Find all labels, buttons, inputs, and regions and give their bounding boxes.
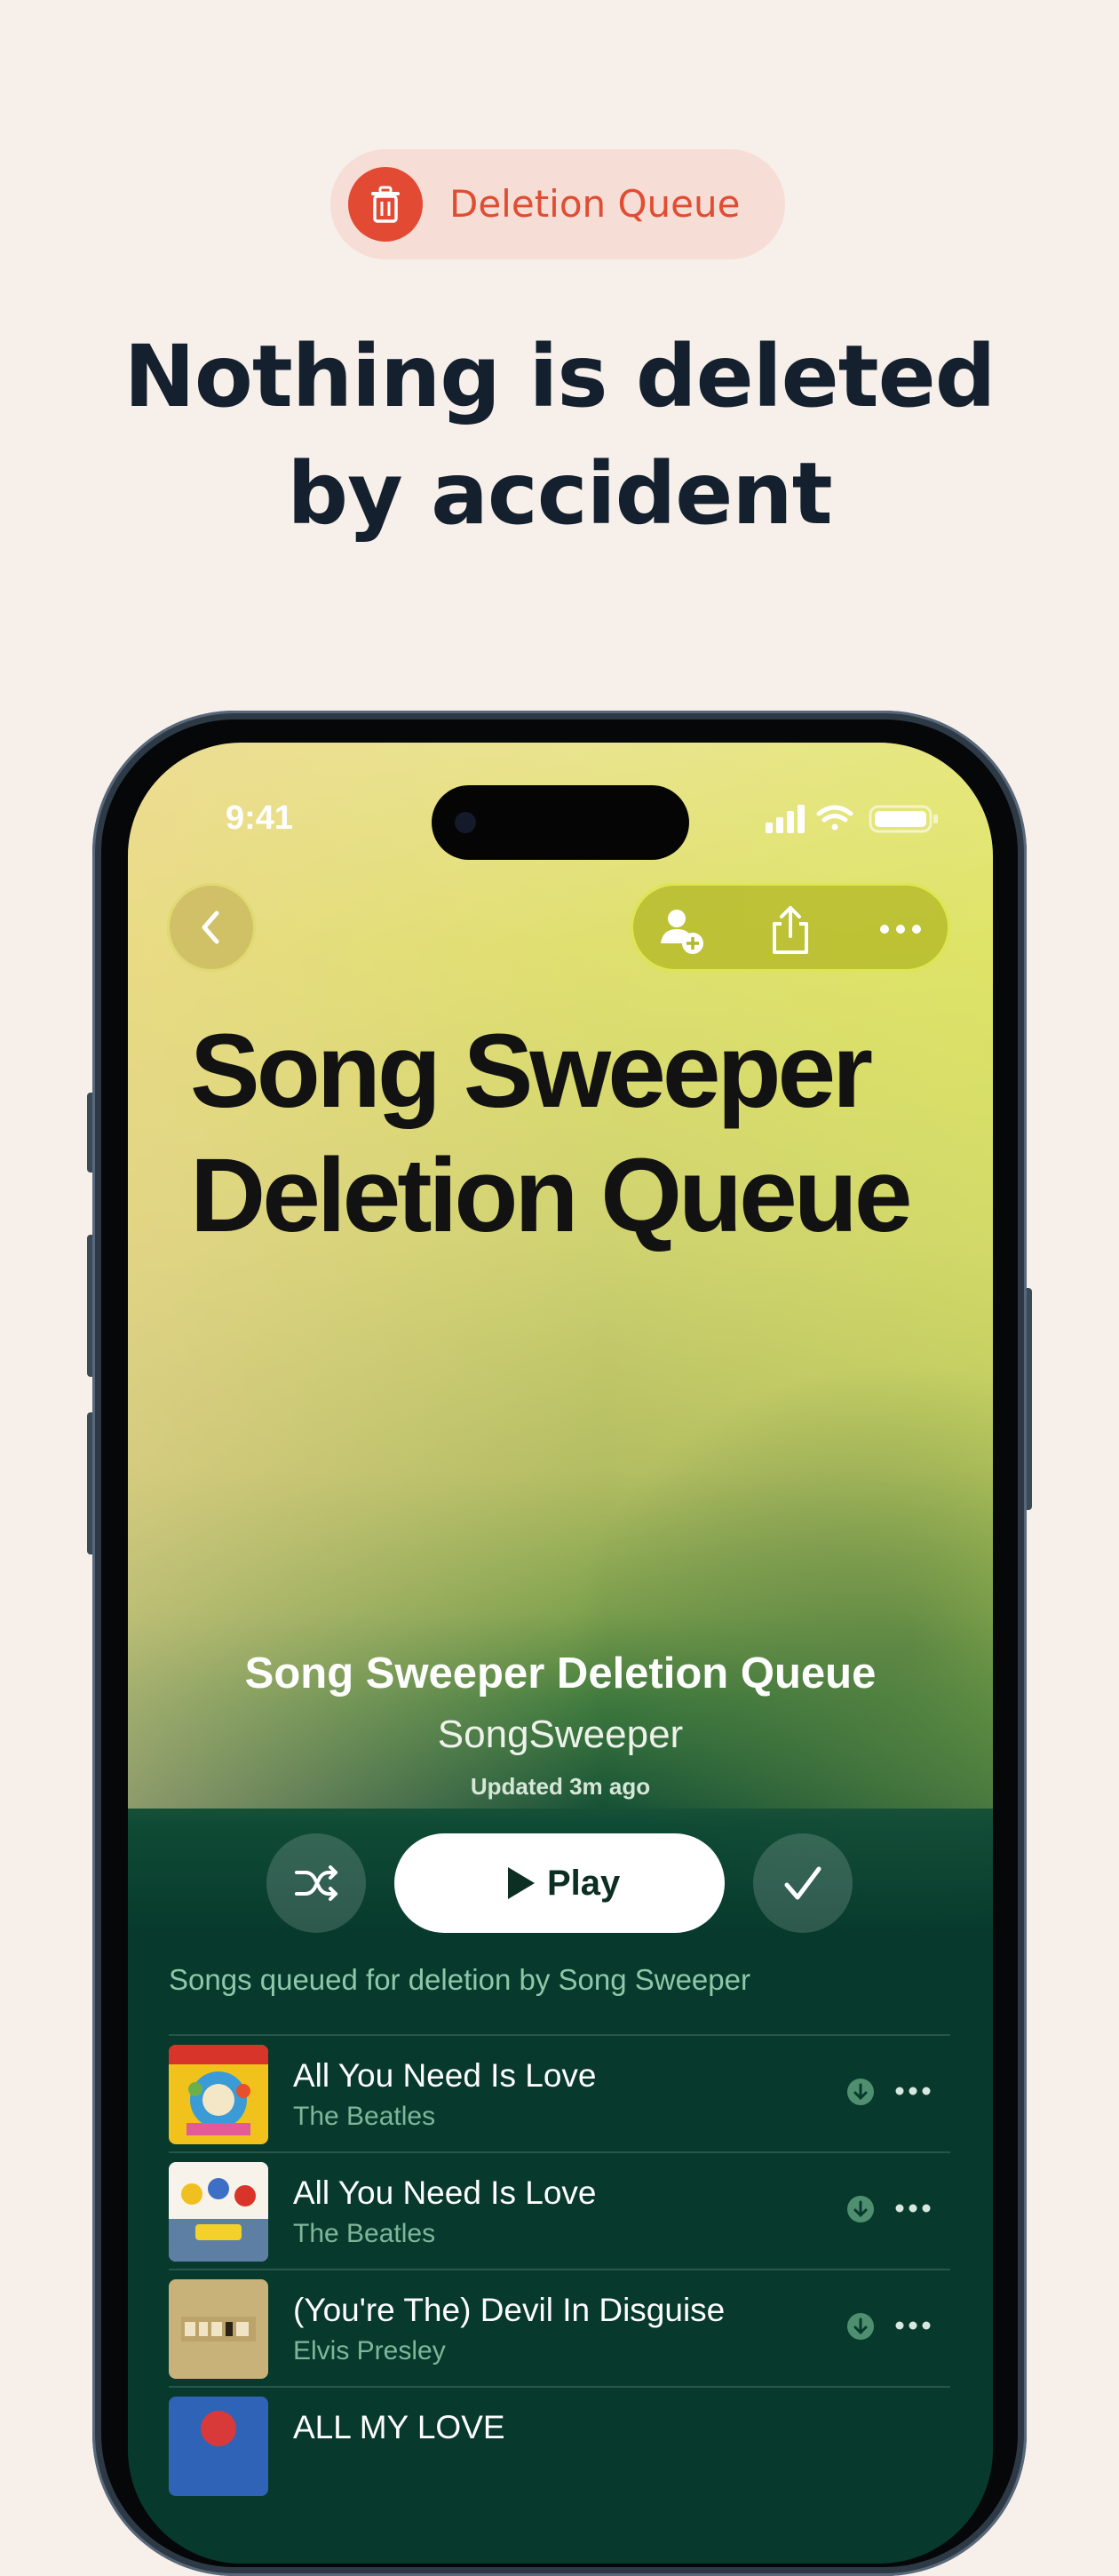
playlist-updated: Updated 3m ago: [470, 1773, 651, 1800]
track-title: ALL MY LOVE: [293, 2409, 505, 2445]
headline-line-2: by accident: [287, 444, 832, 544]
track-row[interactable]: ALL MY LOVE: [169, 2386, 950, 2503]
track-artist: Elvis Presley: [293, 2336, 446, 2365]
playlist-owner[interactable]: SongSweeper: [128, 1713, 993, 1757]
downloaded-icon: [847, 2313, 874, 2340]
track-title: (You're The) Devil In Disguise: [293, 2292, 726, 2328]
track-more-icon[interactable]: [893, 2084, 932, 2098]
downloaded-icon: [847, 2079, 874, 2105]
shuffle-button[interactable]: [266, 1833, 366, 1933]
toolbar-actions: [631, 883, 950, 972]
track-row[interactable]: All You Need Is Love The Beatles: [169, 2034, 950, 2151]
status-time: 9:41: [226, 799, 294, 837]
wifi-icon: [816, 805, 853, 831]
downloaded-icon: [847, 2196, 874, 2222]
track-row[interactable]: (You're The) Devil In Disguise Elvis Pre…: [169, 2269, 950, 2386]
phone-screen: 9:41 Song Sweeper Deletion Queue Song Sw…: [128, 743, 993, 2564]
share-icon[interactable]: [766, 904, 815, 954]
headline: Nothing is deleted by accident: [0, 318, 1119, 553]
album-art: [169, 2397, 268, 2496]
album-art: [169, 2045, 268, 2144]
track-more-icon[interactable]: [893, 2201, 932, 2215]
add-person-icon[interactable]: [655, 904, 705, 954]
headline-line-1: Nothing is deleted: [123, 327, 996, 426]
checkmark-icon: [784, 1866, 821, 1900]
cover-title-line-1: Song Sweeper: [190, 1013, 873, 1130]
album-art: [169, 2162, 268, 2262]
added-checkmark-button[interactable]: [753, 1833, 853, 1933]
playlist-description: Songs queued for deletion by Song Sweepe…: [169, 1963, 750, 1996]
track-artist: The Beatles: [293, 2102, 436, 2131]
chevron-left-icon: [202, 910, 219, 944]
track-row[interactable]: All You Need Is Love The Beatles: [169, 2151, 950, 2269]
trash-icon: [348, 167, 423, 242]
track-artist: The Beatles: [293, 2219, 436, 2248]
track-title: All You Need Is Love: [293, 2057, 597, 2094]
play-button[interactable]: Play: [394, 1833, 725, 1933]
track-title: All You Need Is Love: [293, 2174, 597, 2211]
dynamic-island: [432, 785, 689, 860]
play-label: Play: [547, 1864, 621, 1903]
cover-title-line-2: Deletion Queue: [190, 1137, 912, 1254]
status-icons: [766, 803, 943, 835]
deletion-queue-badge: Deletion Queue: [330, 149, 785, 259]
track-more-icon[interactable]: [893, 2318, 932, 2333]
cover-title: Song Sweeper Deletion Queue: [190, 1009, 972, 1258]
track-list: All You Need Is Love The Beatles All You…: [169, 2034, 950, 2503]
front-camera: [455, 812, 476, 833]
more-icon[interactable]: [876, 904, 925, 954]
cellular-signal-icon: [766, 805, 805, 833]
playlist-name: Song Sweeper Deletion Queue: [244, 1650, 877, 1697]
play-icon: [508, 1867, 535, 1899]
shuffle-icon: [295, 1865, 337, 1901]
battery-icon: [869, 805, 938, 833]
back-button[interactable]: [167, 883, 256, 972]
album-art: [169, 2279, 268, 2379]
badge-label: Deletion Queue: [449, 182, 741, 226]
